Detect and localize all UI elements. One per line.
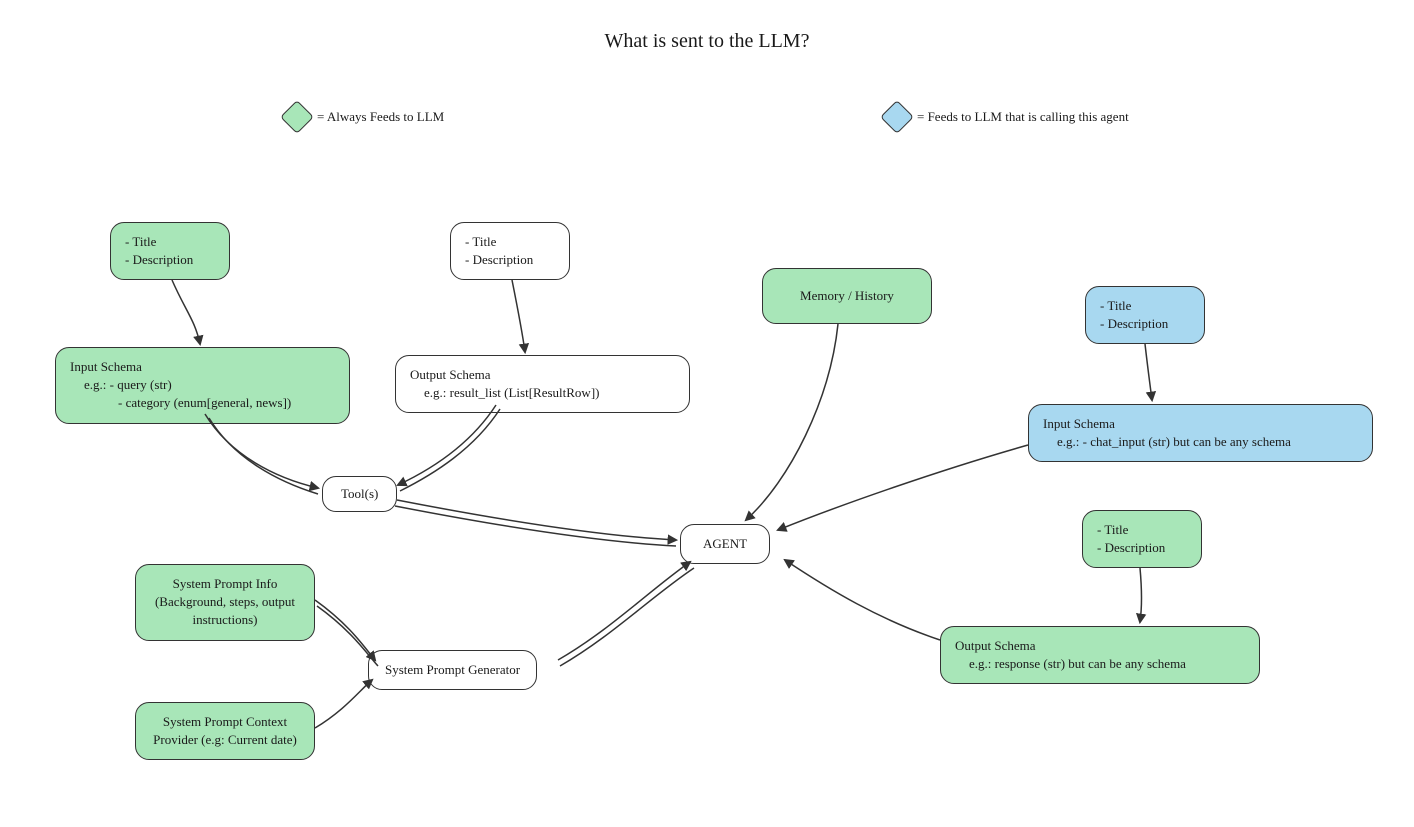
box-line: - Description [1097,539,1187,557]
legend-blue: = Feeds to LLM that is calling this agen… [885,105,1129,129]
system-prompt-info-box: System Prompt Info (Background, steps, o… [135,564,315,641]
tool-title-white-box: - Title - Description [450,222,570,280]
output-schema-white-box: Output Schema e.g.: result_list (List[Re… [395,355,690,413]
box-line: System Prompt Info (Background, steps, o… [155,576,295,627]
box-line: - Title [1097,521,1187,539]
box-line: Memory / History [800,288,894,303]
legend-green: = Always Feeds to LLM [285,105,444,129]
box-line: e.g.: result_list (List[ResultRow]) [410,384,675,402]
box-line: - Description [465,251,555,269]
input-schema-green-box: Input Schema e.g.: - query (str) - categ… [55,347,350,424]
system-prompt-context-box: System Prompt Context Provider (e.g: Cur… [135,702,315,760]
box-line: AGENT [703,536,747,551]
agent-box: AGENT [680,524,770,564]
tool-title-green-box: - Title - Description [110,222,230,280]
input-schema-blue-box: Input Schema e.g.: - chat_input (str) bu… [1028,404,1373,462]
diagram-title: What is sent to the LLM? [0,30,1414,53]
legend-green-label: = Always Feeds to LLM [317,109,444,125]
box-line: e.g.: - chat_input (str) but can be any … [1043,433,1358,451]
box-line: e.g.: response (str) but can be any sche… [955,655,1245,673]
box-line: System Prompt Generator [385,662,520,677]
agent-title-blue-box: - Title - Description [1085,286,1205,344]
diamond-green-icon [280,100,314,134]
legend-blue-label: = Feeds to LLM that is calling this agen… [917,109,1129,125]
box-line: - Title [465,233,555,251]
box-line: - Title [125,233,215,251]
agent-title-green-box: - Title - Description [1082,510,1202,568]
box-line: - Description [1100,315,1190,333]
box-line: - Description [125,251,215,269]
box-line: Input Schema [1043,415,1358,433]
memory-history-box: Memory / History [762,268,932,324]
box-line: System Prompt Context Provider (e.g: Cur… [153,714,297,747]
system-prompt-generator-box: System Prompt Generator [368,650,537,690]
box-line: Tool(s) [341,486,378,501]
box-line: Output Schema [955,637,1245,655]
box-line: e.g.: - query (str) [70,376,335,394]
box-line: - category (enum[general, news]) [70,394,335,412]
box-line: Output Schema [410,366,675,384]
tools-box: Tool(s) [322,476,397,512]
box-line: - Title [1100,297,1190,315]
output-schema-green-box: Output Schema e.g.: response (str) but c… [940,626,1260,684]
diamond-blue-icon [880,100,914,134]
box-line: Input Schema [70,358,335,376]
